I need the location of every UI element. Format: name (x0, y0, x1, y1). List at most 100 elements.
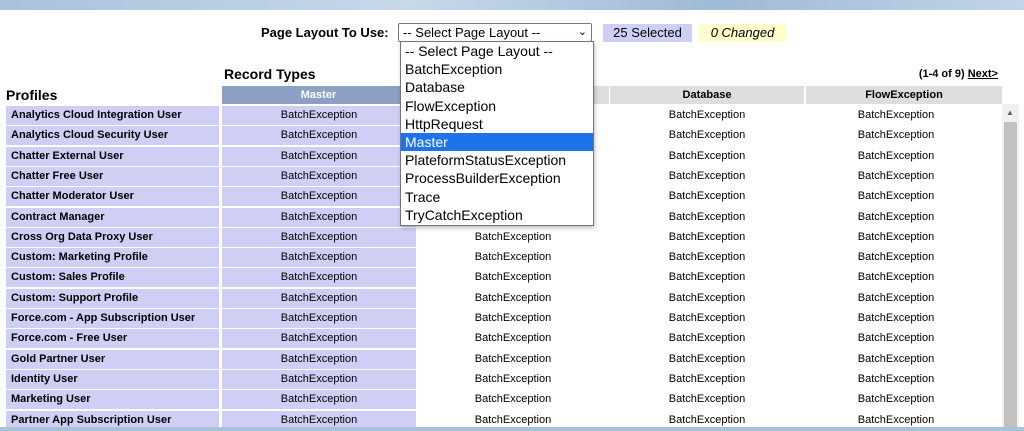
layout-cell[interactable]: BatchException (610, 187, 804, 206)
layout-cell[interactable]: BatchException (610, 370, 804, 389)
changed-count-badge: 0 Changed (699, 24, 786, 42)
layout-cell[interactable]: BatchException (610, 126, 804, 145)
layout-cell[interactable]: BatchException (806, 268, 986, 287)
layout-cell[interactable]: BatchException (806, 167, 986, 186)
dropdown-option[interactable]: -- Select Page Layout -- (401, 42, 593, 60)
layout-cell[interactable]: BatchException (222, 187, 416, 207)
table-row: Custom: Support Profile BatchException Bat… (6, 288, 1002, 308)
layout-cell[interactable]: BatchException (416, 390, 610, 409)
layout-cell[interactable]: BatchException (610, 329, 804, 348)
layout-cell[interactable]: BatchException (416, 309, 610, 328)
layout-cell[interactable]: BatchException (416, 350, 610, 369)
dropdown-option[interactable]: PlateformStatusException (401, 151, 593, 169)
scroll-up-arrow-icon[interactable]: ▲ (1006, 108, 1014, 117)
layout-cell[interactable]: BatchException (416, 370, 610, 389)
layout-cell[interactable]: BatchException (416, 289, 610, 308)
layout-cell[interactable]: BatchException (806, 187, 986, 206)
table-row: Marketing User BatchException BatchExcepti… (6, 390, 1002, 410)
column-header: Master (222, 86, 415, 104)
profile-name-cell: Analytics Cloud Security User (6, 126, 219, 146)
layout-cell[interactable]: BatchException (222, 369, 416, 389)
scrollbar-thumb[interactable] (1004, 122, 1017, 427)
layout-cell[interactable]: BatchException (806, 147, 986, 166)
layout-cell[interactable]: BatchException (222, 329, 416, 349)
layout-cell[interactable]: BatchException (806, 228, 986, 247)
layout-cell[interactable]: BatchException (416, 329, 610, 348)
layout-cell[interactable]: BatchException (610, 390, 804, 409)
layout-cell[interactable]: BatchException (222, 268, 416, 288)
layout-cell[interactable]: BatchException (806, 329, 986, 348)
layout-cell[interactable]: BatchException (222, 207, 416, 227)
dropdown-option[interactable]: ProcessBuilderException (401, 169, 593, 187)
layout-cell[interactable]: BatchException (222, 248, 416, 268)
dropdown-option[interactable]: FlowException (401, 97, 593, 115)
layout-cell[interactable]: BatchException (806, 106, 986, 125)
table-row: Custom: Marketing Profile BatchException B… (6, 248, 1002, 268)
selected-count-badge: 25 Selected (603, 24, 692, 42)
table-row: Force.com - Free User BatchException Batch… (6, 329, 1002, 349)
dropdown-option[interactable]: Database (401, 78, 593, 96)
table-row: Custom: Sales Profile BatchException Batch… (6, 268, 1002, 288)
profiles-label: Profiles (6, 87, 58, 103)
layout-cell[interactable]: BatchException (416, 228, 610, 247)
footer-band (0, 427, 1024, 431)
dropdown-option[interactable]: Trace (401, 188, 593, 206)
layout-cell[interactable]: BatchException (610, 309, 804, 328)
layout-cell[interactable]: BatchException (416, 248, 610, 267)
layout-cell[interactable]: BatchException (222, 166, 416, 186)
profile-name-cell: Force.com - App Subscription User (6, 309, 219, 328)
table-row: Force.com - App Subscription User BatchEx… (6, 309, 1002, 328)
layout-cell[interactable]: BatchException (806, 390, 986, 409)
layout-cell[interactable]: BatchException (610, 147, 804, 166)
layout-cell[interactable]: BatchException (416, 268, 610, 287)
layout-cell[interactable]: BatchException (222, 288, 416, 308)
layout-cell[interactable]: BatchException (222, 309, 416, 328)
table-row: Cross Org Data Proxy User BatchException B… (6, 227, 1002, 247)
profile-name-cell: Custom: Marketing Profile (6, 248, 219, 268)
page-layout-dropdown-list[interactable]: -- Select Page Layout -- BatchException Da… (400, 41, 594, 226)
layout-cell[interactable]: BatchException (222, 349, 416, 369)
page-layout-select-value: -- Select Page Layout -- (403, 25, 541, 40)
layout-cell[interactable]: BatchException (610, 167, 804, 186)
layout-cell[interactable]: BatchException (806, 126, 986, 145)
vertical-scrollbar[interactable]: ▲ (1002, 104, 1019, 427)
profile-name-cell: Contract Manager (6, 207, 219, 227)
table-row: Identity User BatchException BatchExceptio… (6, 369, 1002, 389)
layout-cell[interactable]: BatchException (610, 228, 804, 247)
page-layout-select[interactable]: -- Select Page Layout -- ⌄ (398, 23, 592, 42)
profile-name-cell: Chatter Free User (6, 166, 219, 186)
dropdown-option[interactable]: Master (401, 132, 593, 152)
layout-cell[interactable]: BatchException (222, 227, 416, 247)
layout-cell[interactable]: BatchException (222, 390, 416, 410)
dropdown-option[interactable]: BatchException (401, 60, 593, 78)
layout-cell[interactable]: BatchException (806, 350, 986, 369)
layout-cell[interactable]: BatchException (610, 106, 804, 125)
dropdown-option[interactable]: HttpRequest (401, 115, 593, 133)
page-layout-label: Page Layout To Use: (261, 25, 389, 40)
profile-name-cell: Custom: Support Profile (6, 288, 219, 308)
next-page-link[interactable]: Next> (968, 68, 998, 80)
layout-cell[interactable]: BatchException (806, 208, 986, 227)
profile-name-cell: Custom: Sales Profile (6, 268, 219, 288)
chevron-down-icon: ⌄ (577, 26, 587, 38)
dropdown-option[interactable]: TryCatchException (401, 206, 593, 224)
profile-name-cell: Cross Org Data Proxy User (6, 227, 219, 247)
profile-name-cell: Force.com - Free User (6, 329, 219, 349)
table-row: Gold Partner User BatchException BatchExce… (6, 349, 1002, 369)
layout-cell[interactable]: BatchException (222, 106, 416, 125)
layout-cell[interactable]: BatchException (222, 146, 416, 166)
layout-cell[interactable]: BatchException (610, 248, 804, 267)
layout-cell[interactable]: BatchException (610, 289, 804, 308)
column-header: Database (610, 86, 804, 104)
layout-cell[interactable]: BatchException (806, 248, 986, 267)
layout-cell[interactable]: BatchException (610, 350, 804, 369)
layout-cell[interactable]: BatchException (806, 370, 986, 389)
profile-name-cell: Marketing User (6, 390, 219, 410)
pagination: (1-4 of 9) Next> (919, 68, 998, 80)
layout-cell[interactable]: BatchException (610, 268, 804, 287)
layout-cell[interactable]: BatchException (222, 126, 416, 146)
pagination-range: (1-4 of 9) (918, 68, 965, 80)
layout-cell[interactable]: BatchException (806, 309, 986, 328)
layout-cell[interactable]: BatchException (610, 208, 804, 227)
layout-cell[interactable]: BatchException (806, 289, 986, 308)
